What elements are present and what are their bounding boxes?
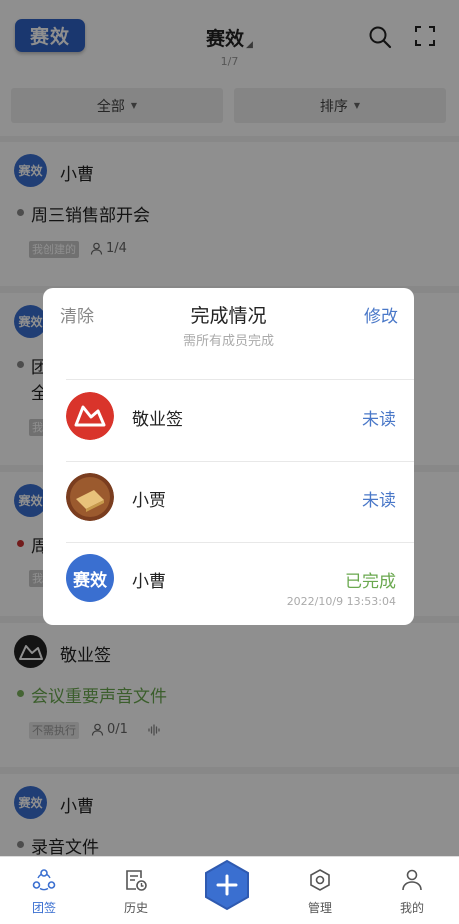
member-name: 敬业签	[132, 410, 183, 430]
divider	[66, 379, 414, 380]
nav-profile[interactable]: 我的	[377, 857, 447, 924]
nav-history[interactable]: 历史	[101, 857, 171, 924]
team-icon	[32, 869, 56, 891]
divider	[66, 461, 414, 462]
nav-label: 我的	[399, 901, 424, 915]
divider	[66, 542, 414, 543]
user-photo-avatar	[66, 473, 114, 521]
nav-label: 团签	[31, 901, 56, 915]
dialog-subtitle: 需所有成员完成	[182, 334, 274, 349]
history-icon	[126, 870, 147, 891]
edit-button[interactable]: 修改	[364, 302, 398, 327]
member-status: 已完成	[345, 572, 396, 592]
nav-team[interactable]: 团签	[9, 857, 79, 924]
person-icon	[402, 869, 422, 891]
nav-manage[interactable]: 管理	[285, 857, 355, 924]
member-name: 小曹	[132, 572, 166, 592]
member-status: 未读	[362, 410, 396, 430]
dialog-title: 完成情况	[190, 305, 267, 327]
avatar: 赛效	[66, 554, 114, 602]
member-name: 小贾	[132, 491, 166, 511]
manage-icon	[310, 869, 330, 891]
nav-label: 管理	[307, 901, 332, 915]
bottom-nav: 团签 历史 管理 我的	[0, 856, 459, 924]
jingyeqian-avatar-icon	[66, 392, 114, 440]
completion-time: 2022/10/9 13:53:04	[286, 595, 396, 608]
completion-dialog: 清除 完成情况 需所有成员完成 修改 敬业签 未读 小贾 未读 赛效 小曹 已完…	[43, 288, 414, 625]
nav-label: 历史	[123, 901, 148, 915]
add-button[interactable]	[203, 859, 251, 911]
member-status: 未读	[362, 491, 396, 511]
